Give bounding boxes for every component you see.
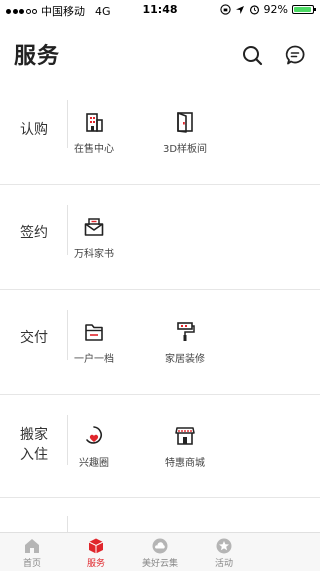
lock-rotation-icon <box>219 4 231 15</box>
tile-vanke-letter[interactable]: 万科家书 <box>59 216 129 260</box>
tab-bar: 首页 服务 美好云集 活动 <box>0 532 320 571</box>
cloud-icon <box>152 538 168 554</box>
tile-label: 兴趣圈 <box>79 458 109 469</box>
section-label-subscribe: 认购 <box>20 122 48 138</box>
alarm-icon <box>249 5 259 15</box>
search-icon[interactable] <box>241 44 263 66</box>
paint-roller-icon <box>177 322 195 341</box>
section-label-sign: 签约 <box>20 225 48 241</box>
tile-label: 一户一档 <box>74 354 114 365</box>
section-delivery: 交付 一户一档 家居装修 <box>0 290 320 395</box>
status-bar: 中国移动 4G 11:48 92% <box>0 0 320 20</box>
shop-icon <box>175 427 195 445</box>
battery-icon <box>292 5 316 14</box>
home-icon <box>25 539 39 553</box>
building-icon <box>86 113 103 132</box>
section-label-delivery: 交付 <box>20 330 48 346</box>
tile-label: 3D样板间 <box>162 144 208 155</box>
page-title: 服务 <box>14 44 61 69</box>
header: 服务 <box>0 20 320 90</box>
tile-label: 万科家书 <box>74 249 114 260</box>
section-move-in: 搬家 入住 兴趣圈 特惠商城 <box>0 395 320 498</box>
door-icon <box>177 112 193 133</box>
tile-home-decoration[interactable]: 家居装修 <box>150 321 220 365</box>
tab-label: 服务 <box>86 559 105 569</box>
tile-discount-mall[interactable]: 特惠商城 <box>150 425 220 469</box>
section-divider <box>67 516 68 532</box>
battery-percent: 92% <box>263 3 288 16</box>
tile-label: 在售中心 <box>74 144 114 155</box>
section-subscribe: 认购 在售中心 3D样板间 <box>0 85 320 185</box>
location-arrow-icon <box>235 5 244 14</box>
section-label-line: 搬家 <box>20 427 48 443</box>
folder-icon <box>85 324 103 341</box>
tab-activity[interactable]: 活动 <box>192 537 256 569</box>
tab-label: 活动 <box>214 559 233 569</box>
section-label-move-in: 搬家 入住 <box>0 425 68 465</box>
heart-pin-icon <box>86 426 102 444</box>
tab-service[interactable]: 服务 <box>64 537 128 569</box>
section-sign: 签约 万科家书 <box>0 185 320 290</box>
tab-label: 美好云集 <box>141 559 178 569</box>
tile-sales-center[interactable]: 在售中心 <box>59 111 129 155</box>
tab-home[interactable]: 首页 <box>0 537 64 569</box>
message-icon[interactable] <box>284 44 306 66</box>
tile-label: 特惠商城 <box>165 458 205 469</box>
tile-interest-circle[interactable]: 兴趣圈 <box>59 425 129 469</box>
section-label-line: 入住 <box>20 447 48 463</box>
tab-label: 首页 <box>22 559 41 569</box>
envelope-icon <box>84 218 104 236</box>
star-icon <box>216 538 232 554</box>
tile-label: 家居装修 <box>165 354 205 365</box>
cube-icon <box>88 538 104 554</box>
tile-household-file[interactable]: 一户一档 <box>59 321 129 365</box>
tile-3d-showroom[interactable]: 3D样板间 <box>150 111 220 155</box>
tab-cloud[interactable]: 美好云集 <box>128 537 192 569</box>
status-right: 92% <box>219 3 316 16</box>
